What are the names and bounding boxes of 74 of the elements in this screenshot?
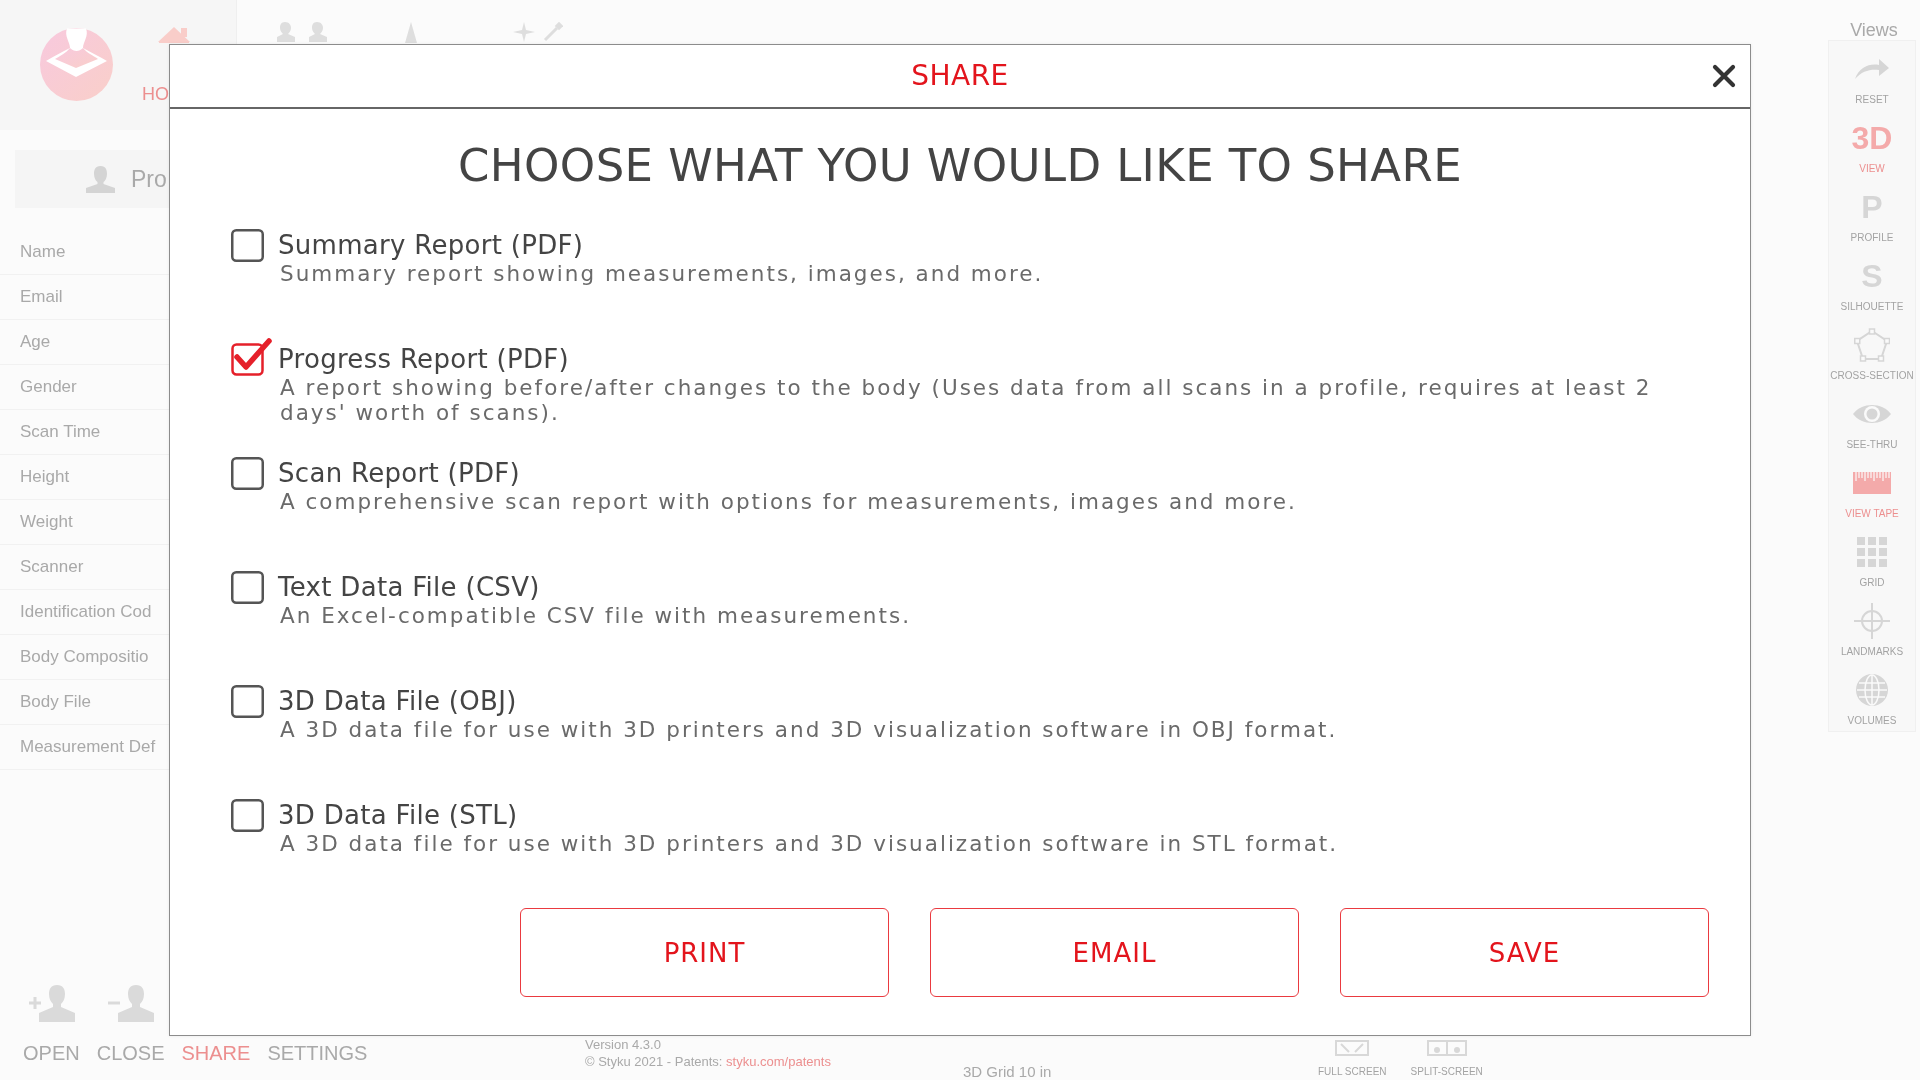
globe-icon (1856, 674, 1888, 706)
field-label: Email (20, 287, 63, 307)
checkbox[interactable] (231, 571, 264, 604)
curved-arrow-icon (1854, 58, 1890, 80)
view-mode-button[interactable]: GRID (1829, 524, 1915, 593)
grid-size-label: 3D Grid 10 in (963, 1064, 1052, 1080)
people-icon (277, 22, 327, 42)
screen-mode-button[interactable]: SPLIT-SCREEN (1410, 1040, 1483, 1078)
close-button[interactable] (1710, 62, 1738, 90)
home-button[interactable]: HO (142, 85, 169, 103)
option-title: Progress Report (PDF) (278, 343, 570, 375)
checkbox[interactable] (231, 229, 264, 262)
copyright-text: © Styku 2021 - Patents: styku.com/patents (585, 1053, 831, 1070)
field-label: Name (20, 242, 66, 262)
field-label: Age (20, 332, 51, 352)
action-button[interactable]: PRINT (520, 908, 889, 997)
version-text: Version 4.3.0 (585, 1036, 661, 1053)
field-label: Scanner (20, 557, 84, 577)
field-label: Weight (20, 512, 73, 532)
action-button[interactable]: SAVE (1340, 908, 1709, 997)
grid-icon (1857, 537, 1887, 567)
eye-icon (1852, 402, 1892, 426)
toolbar-title: Views (1850, 20, 1898, 40)
field-label: Body File (20, 692, 91, 712)
option-description: Summary report showing measurements, images, and more. (280, 261, 1045, 286)
option-title: Scan Report (PDF) (278, 457, 521, 489)
option-description: A comprehensive scan report with options for measurements, images and more. (280, 489, 1298, 514)
remove-person-icon (107, 985, 154, 1022)
pentagon-icon (1854, 328, 1890, 362)
checkbox[interactable] (231, 685, 264, 718)
crosshair-icon (1854, 603, 1890, 639)
checkbox[interactable] (231, 457, 264, 490)
dialog-title: SHARE (911, 60, 1009, 92)
option-title: 3D Data File (OBJ) (278, 685, 518, 717)
nav-button[interactable]: SHARE (181, 1040, 251, 1066)
ruler-icon (1853, 472, 1891, 494)
field-label: Scan Time (20, 422, 101, 442)
nav-button[interactable]: CLOSE (96, 985, 165, 1066)
view-mode-button[interactable]: VIEW TAPE (1829, 455, 1915, 524)
view-mode-button[interactable]: RESET (1829, 41, 1915, 110)
field-label: Body Compositio (20, 647, 149, 667)
magic-wand-icon (543, 22, 563, 42)
peak-icon (405, 22, 417, 43)
sparkle-icon (513, 22, 535, 42)
view-mode-button[interactable]: SEE-THRU (1829, 386, 1915, 455)
nav-button[interactable]: OPEN (23, 985, 80, 1066)
option-title: Text Data File (CSV) (278, 571, 541, 603)
full-screen-icon (1335, 1040, 1370, 1056)
close-icon (1712, 64, 1736, 88)
option-description: A report showing before/after changes to the body (Uses data from all scans in a profile, requires at least 2 days' worth of scans). (280, 375, 1653, 425)
person-icon (85, 165, 116, 193)
split-screen-icon (1426, 1040, 1467, 1056)
option-description: A 3D data file for use with 3D printers and 3D visualization software in OBJ format. (280, 717, 1339, 742)
screen-mode-button[interactable]: FULL SCREEN (1318, 1040, 1387, 1078)
view-mode-button[interactable]: VOLUMES (1829, 662, 1915, 731)
field-label: Height (20, 467, 70, 487)
field-label: Gender (20, 377, 77, 397)
add-person-icon (27, 985, 76, 1022)
view-mode-button[interactable]: CROSS-SECTION (1829, 317, 1915, 386)
option-title: 3D Data File (STL) (278, 799, 519, 831)
checkbox[interactable] (231, 799, 264, 832)
field-label: Identification Cod (20, 602, 152, 622)
profile-button[interactable]: Pro (15, 150, 169, 208)
option-description: An Excel-compatible CSV file with measurements. (280, 603, 912, 628)
action-button[interactable]: EMAIL (930, 908, 1299, 997)
patents-link[interactable]: styku.com/patents (726, 1054, 831, 1069)
checkbox[interactable] (231, 337, 272, 376)
view-mode-button[interactable]: 3D VIEW (1829, 110, 1915, 179)
option-title: Summary Report (PDF) (278, 229, 585, 261)
dialog-heading: CHOOSE WHAT YOU WOULD LIKE TO SHARE (456, 138, 1464, 194)
field-label: Measurement Def (20, 737, 156, 757)
view-mode-button[interactable]: LANDMARKS (1829, 593, 1915, 662)
option-description: A 3D data file for use with 3D printers and 3D visualization software in STL format. (280, 831, 1340, 856)
nav-button[interactable]: SETTINGS (267, 1040, 368, 1066)
